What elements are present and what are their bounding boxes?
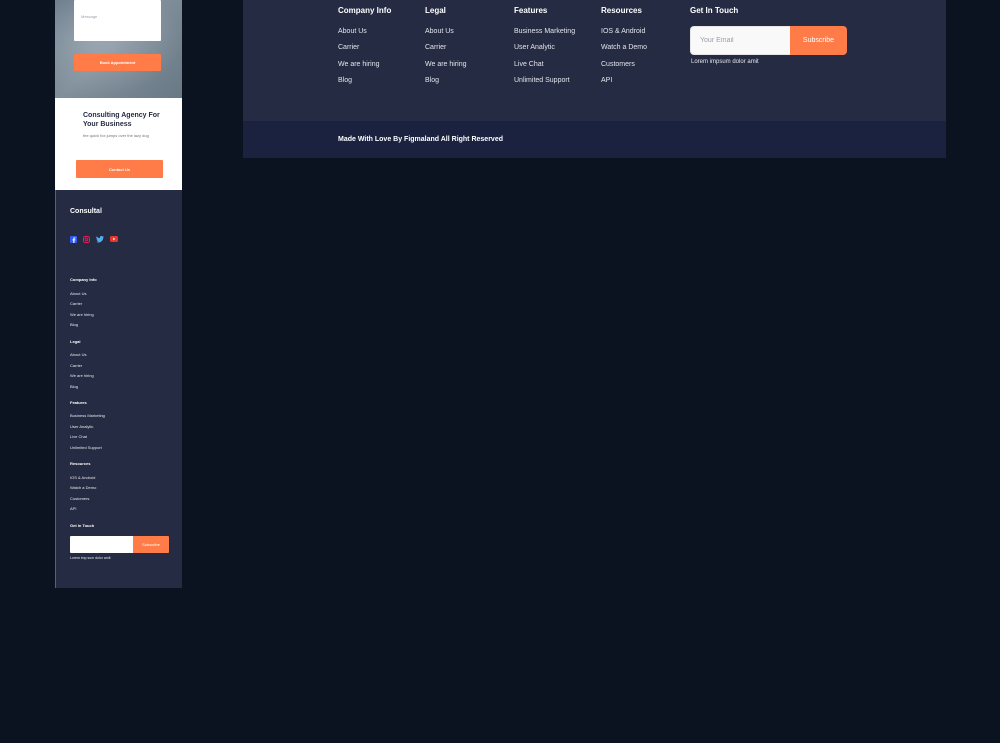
subscribe-form: Subscribe <box>690 26 847 55</box>
message-textarea[interactable]: Message <box>74 0 161 41</box>
mobile-preview: Message Book Appointment Consulting Agen… <box>55 0 182 588</box>
mobile-hero-image: Message Book Appointment <box>55 0 182 98</box>
desktop-footer: Company Info About Us Carrier We are hir… <box>243 0 946 158</box>
message-placeholder: Message <box>81 14 98 19</box>
mobile-get-in-touch-title: Get In Touch <box>70 523 95 528</box>
footer-link[interactable]: About Us <box>338 28 367 35</box>
mobile-link[interactable]: Carrier <box>70 301 82 306</box>
footer-link[interactable]: Blog <box>338 77 352 84</box>
footer-link[interactable]: Watch a Demo <box>601 44 647 51</box>
mobile-link[interactable]: We are hiring <box>70 312 94 317</box>
mobile-cta-section: Consulting Agency For Your Business the … <box>55 98 182 190</box>
footer-link[interactable]: Carrier <box>338 44 359 51</box>
col-title-company-info: Company Info <box>338 6 392 15</box>
footer-link[interactable]: Business Marketing <box>514 28 575 35</box>
twitter-icon[interactable] <box>96 236 104 243</box>
footer-link[interactable]: Customers <box>601 61 635 68</box>
mobile-link[interactable]: Business Marketing <box>70 413 105 418</box>
footer-link[interactable]: User Analytic <box>514 44 555 51</box>
mobile-link[interactable]: We are hiring <box>70 373 94 378</box>
footer-link[interactable]: Live Chat <box>514 61 544 68</box>
footer-link[interactable]: We are hiring <box>338 61 380 68</box>
youtube-icon[interactable] <box>110 236 118 242</box>
copyright-bar: Made With Love By Figmaland All Right Re… <box>243 121 946 158</box>
mobile-link[interactable]: Unlimited Support <box>70 445 102 450</box>
mobile-link[interactable]: About Us <box>70 291 86 296</box>
mobile-col-title-resources: Resources <box>70 461 91 466</box>
mobile-link[interactable]: Watch a Demo <box>70 485 96 490</box>
book-appointment-button[interactable]: Book Appointment <box>74 54 161 71</box>
brand-name: Consultal <box>70 208 102 215</box>
col-title-resources: Resources <box>601 6 642 15</box>
mobile-email-input[interactable] <box>70 536 133 553</box>
mobile-link[interactable]: User Analytic <box>70 424 93 429</box>
mobile-subscribe-form: Subscribe <box>70 536 169 553</box>
form-note: Lorem impsum dolor amit <box>691 59 759 65</box>
footer-link[interactable]: Blog <box>425 77 439 84</box>
mobile-col-title-company: Company Info <box>70 277 97 282</box>
copyright-text: Made With Love By Figmaland All Right Re… <box>338 136 503 143</box>
footer-link[interactable]: We are hiring <box>425 61 467 68</box>
social-links <box>70 236 118 243</box>
footer-link[interactable]: Unlimited Support <box>514 77 570 84</box>
mobile-form-note: Lorem imp sum dolor amit <box>70 556 111 560</box>
mobile-link[interactable]: IOS & Android <box>70 475 95 480</box>
facebook-icon[interactable] <box>70 236 77 243</box>
email-input[interactable] <box>690 26 790 55</box>
mobile-link[interactable]: API <box>70 506 76 511</box>
mobile-link[interactable]: Blog <box>70 384 78 389</box>
mobile-col-title-legal: Legal <box>70 339 81 344</box>
mobile-col-title-features: Features <box>70 400 87 405</box>
mobile-link[interactable]: Blog <box>70 322 78 327</box>
mobile-link[interactable]: Live Chat <box>70 434 87 439</box>
mobile-footer: Consultal Company Info About Us Carrier … <box>55 190 182 588</box>
col-title-get-in-touch: Get In Touch <box>690 6 739 15</box>
footer-link[interactable]: IOS & Android <box>601 28 645 35</box>
col-title-legal: Legal <box>425 6 446 15</box>
footer-link[interactable]: Carrier <box>425 44 446 51</box>
mobile-link[interactable]: About Us <box>70 352 86 357</box>
mobile-subscribe-button[interactable]: Subscribe <box>133 536 169 553</box>
instagram-icon[interactable] <box>83 236 90 243</box>
contact-us-button[interactable]: Contact Us <box>76 160 163 178</box>
col-title-features: Features <box>514 6 548 15</box>
cta-title: Consulting Agency For Your Business <box>83 112 160 128</box>
footer-link[interactable]: About Us <box>425 28 454 35</box>
footer-link[interactable]: API <box>601 77 612 84</box>
subscribe-button[interactable]: Subscribe <box>790 26 847 55</box>
cta-subtitle: the quick fox jumps over the lazy dog <box>83 133 149 138</box>
mobile-link[interactable]: Customers <box>70 496 89 501</box>
mobile-link[interactable]: Carrier <box>70 363 82 368</box>
